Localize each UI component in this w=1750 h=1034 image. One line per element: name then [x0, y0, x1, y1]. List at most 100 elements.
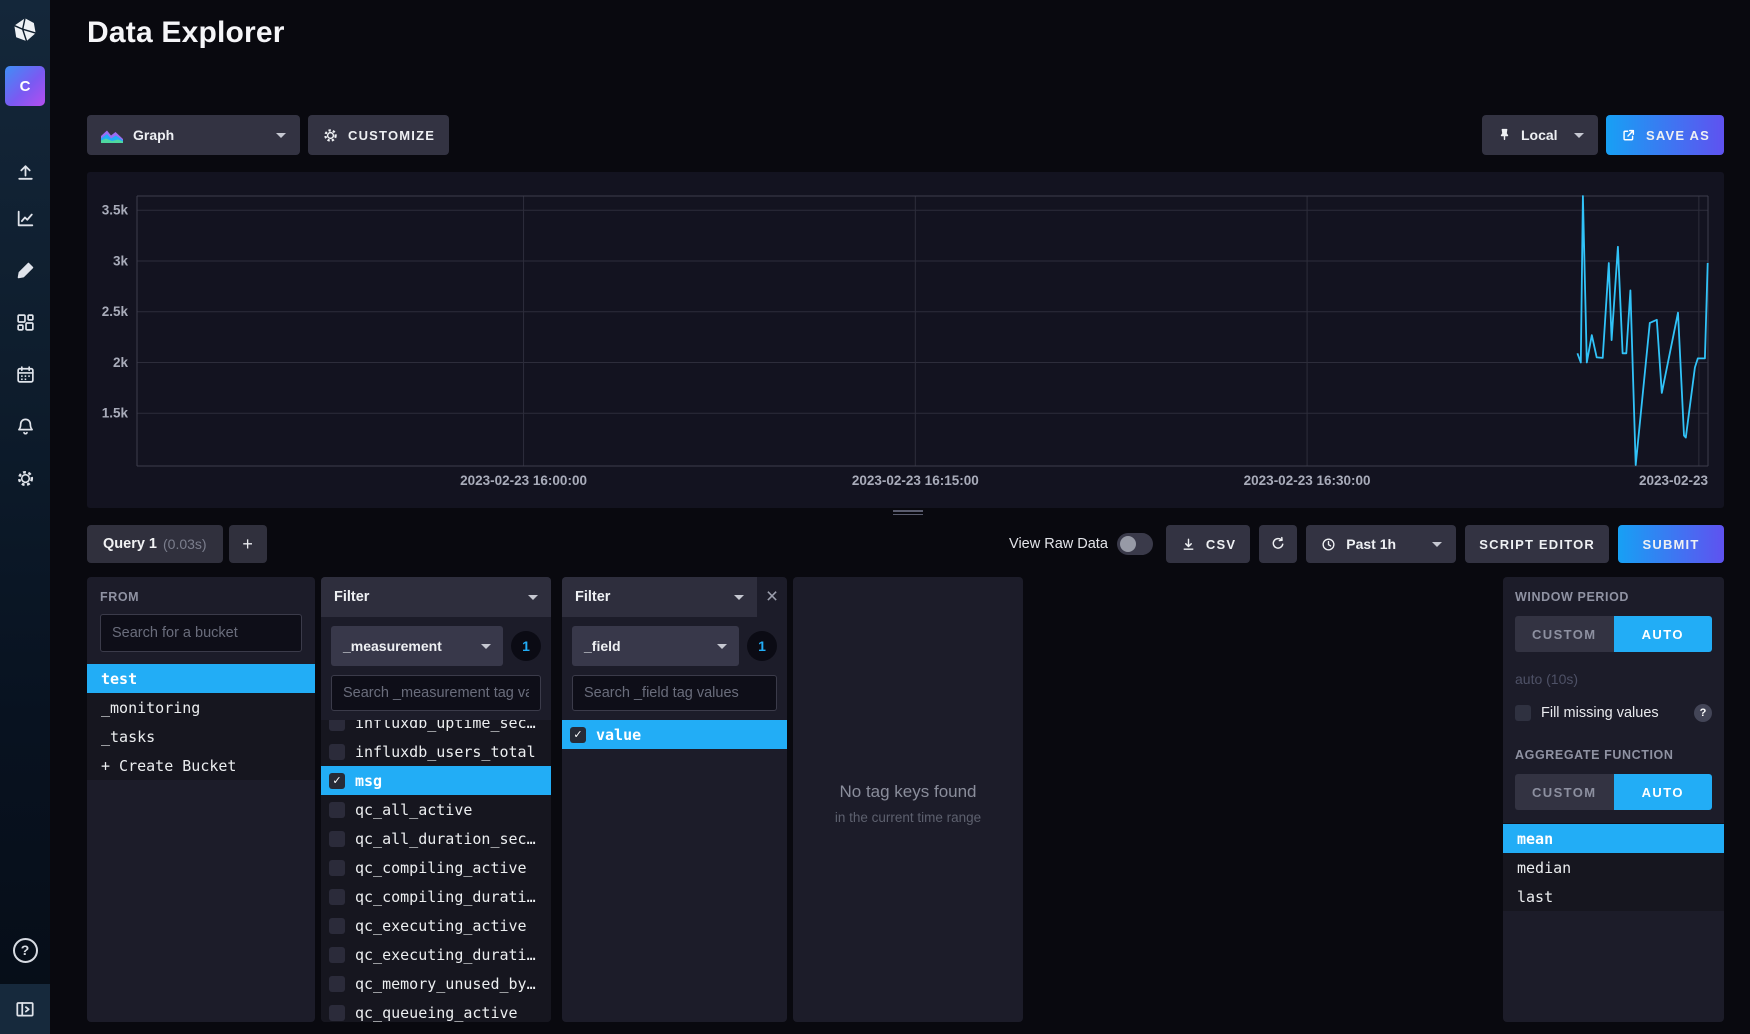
- checkbox-icon[interactable]: [329, 1005, 345, 1021]
- fill-missing-label: Fill missing values: [1541, 705, 1684, 721]
- sidebar-item-dashboards[interactable]: [0, 300, 50, 344]
- timezone-label: Local: [1521, 127, 1558, 143]
- script-editor-button[interactable]: SCRIPT EDITOR: [1465, 525, 1609, 563]
- remove-filter-button[interactable]: ×: [757, 577, 787, 617]
- measurement-item-label: qc_all_duration_secon…: [355, 830, 543, 848]
- query-controls: Query 1 (0.03s) + View Raw Data CSV: [87, 525, 1724, 563]
- checkbox-icon[interactable]: [329, 744, 345, 760]
- measurement-item[interactable]: qc_memory_unused_bytes: [321, 969, 551, 998]
- expand-nav-icon: [14, 998, 36, 1020]
- submit-button[interactable]: SUBMIT: [1618, 525, 1724, 563]
- sidebar-item-notebooks[interactable]: [0, 248, 50, 292]
- window-auto-button[interactable]: AUTO: [1614, 616, 1713, 652]
- resize-handle[interactable]: [893, 510, 923, 516]
- sidebar-item-help[interactable]: ?: [0, 928, 50, 972]
- query-tab[interactable]: Query 1 (0.03s): [87, 525, 223, 563]
- dashboards-icon: [15, 312, 36, 333]
- csv-download-button[interactable]: CSV: [1166, 525, 1250, 563]
- measurement-item[interactable]: qc_executing_duration…: [321, 940, 551, 969]
- tag-key-dropdown[interactable]: _field: [572, 626, 739, 666]
- toolbar: Graph CUSTOMIZE Local: [87, 115, 1724, 155]
- view-type-dropdown[interactable]: Graph: [87, 115, 300, 155]
- sidebar-item-data-explorer[interactable]: [0, 196, 50, 240]
- measurement-item-label: influxdb_uptime_secon…: [355, 720, 543, 732]
- measurement-item[interactable]: qc_compiling_duration…: [321, 882, 551, 911]
- avatar-initial: C: [20, 78, 31, 95]
- measurement-item[interactable]: influxdb_users_total: [321, 737, 551, 766]
- field-search-input[interactable]: [572, 675, 777, 711]
- sidebar-item-alerts[interactable]: [0, 404, 50, 448]
- tag-key-dropdown[interactable]: _measurement: [331, 626, 503, 666]
- measurement-item[interactable]: qc_all_active: [321, 795, 551, 824]
- fill-missing-checkbox[interactable]: [1515, 705, 1531, 721]
- aggregate-function-item[interactable]: mean: [1503, 824, 1724, 853]
- filter-type-dropdown[interactable]: Filter: [321, 577, 551, 617]
- checkbox-icon[interactable]: [329, 947, 345, 963]
- checkbox-checked-icon[interactable]: ✓: [570, 727, 586, 743]
- toggle-knob: [1120, 536, 1136, 552]
- add-query-button[interactable]: +: [229, 525, 267, 563]
- account-avatar[interactable]: C: [5, 66, 45, 106]
- measurement-item[interactable]: ✓ msg: [321, 766, 551, 795]
- measurement-search-input[interactable]: [331, 675, 541, 711]
- export-icon: [1620, 127, 1637, 144]
- bucket-item[interactable]: test: [87, 664, 315, 693]
- checkbox-icon[interactable]: [329, 918, 345, 934]
- refresh-button[interactable]: [1259, 525, 1297, 563]
- checkbox-icon[interactable]: [329, 889, 345, 905]
- help-icon: ?: [13, 938, 38, 963]
- filter-title: Filter: [334, 589, 369, 605]
- influxdb-logo[interactable]: [0, 8, 50, 52]
- aggregate-function-item[interactable]: median: [1503, 853, 1724, 882]
- timezone-dropdown[interactable]: Local: [1482, 115, 1598, 155]
- aggregate-function-label: AGGREGATE FUNCTION: [1515, 748, 1712, 762]
- measurement-item[interactable]: qc_executing_active: [321, 911, 551, 940]
- x-axis-tick-label: 2023-02-23 16:15:00: [852, 473, 979, 488]
- time-series-chart[interactable]: 1.5k2k2.5k3k3.5k2023-02-23 16:00:002023-…: [87, 172, 1724, 508]
- chevron-down-icon: [276, 133, 286, 138]
- aggregate-function-item[interactable]: last: [1503, 882, 1724, 911]
- nav-sidebar: C: [0, 0, 50, 1034]
- tag-key-label: _measurement: [343, 638, 442, 654]
- from-panel-title: FROM: [100, 590, 302, 604]
- csv-label: CSV: [1206, 537, 1236, 552]
- measurement-item-label: msg: [355, 772, 382, 790]
- aggregate-auto-button[interactable]: AUTO: [1614, 774, 1713, 810]
- checkbox-icon[interactable]: [329, 976, 345, 992]
- measurement-item[interactable]: qc_compiling_active: [321, 853, 551, 882]
- checkbox-icon[interactable]: [329, 720, 345, 731]
- measurement-item[interactable]: qc_all_duration_secon…: [321, 824, 551, 853]
- script-editor-label: SCRIPT EDITOR: [1479, 537, 1595, 552]
- customize-button[interactable]: CUSTOMIZE: [308, 115, 449, 155]
- measurement-list: influxdb_uptime_secon… influxdb_users_tot…: [321, 720, 551, 1022]
- empty-state-message: No tag keys found: [793, 782, 1023, 802]
- sidebar-item-tasks[interactable]: [0, 352, 50, 396]
- time-range-dropdown[interactable]: Past 1h: [1306, 525, 1456, 563]
- save-as-button[interactable]: SAVE AS: [1606, 115, 1724, 155]
- measurement-item-label: qc_compiling_active: [355, 859, 527, 877]
- bucket-search-input[interactable]: [100, 614, 302, 652]
- checkbox-icon[interactable]: [329, 831, 345, 847]
- aggregate-custom-button[interactable]: CUSTOM: [1515, 774, 1614, 810]
- refresh-icon: [1269, 535, 1287, 553]
- field-item[interactable]: ✓value: [562, 720, 787, 749]
- bucket-item[interactable]: _tasks: [87, 722, 315, 751]
- tag-key-label: _field: [584, 638, 621, 654]
- filter-type-dropdown[interactable]: Filter: [562, 577, 757, 617]
- checkbox-icon[interactable]: [329, 860, 345, 876]
- window-custom-button[interactable]: CUSTOM: [1515, 616, 1614, 652]
- sidebar-item-settings[interactable]: [0, 456, 50, 500]
- help-tooltip-icon[interactable]: ?: [1694, 704, 1712, 722]
- submit-label: SUBMIT: [1642, 537, 1699, 552]
- bucket-item[interactable]: + Create Bucket: [87, 751, 315, 780]
- checkbox-icon[interactable]: [329, 802, 345, 818]
- chart-canvas: 1.5k2k2.5k3k3.5k2023-02-23 16:00:002023-…: [87, 172, 1724, 508]
- bucket-item[interactable]: _monitoring: [87, 693, 315, 722]
- sidebar-item-collapse-nav[interactable]: [0, 984, 50, 1034]
- sidebar-item-upload[interactable]: [0, 150, 50, 194]
- measurement-item[interactable]: qc_queueing_active: [321, 998, 551, 1022]
- selected-count-badge: 1: [747, 631, 777, 661]
- view-raw-data-toggle[interactable]: [1117, 533, 1153, 555]
- measurement-item[interactable]: influxdb_uptime_secon…: [321, 720, 551, 737]
- checkbox-checked-icon[interactable]: ✓: [329, 773, 345, 789]
